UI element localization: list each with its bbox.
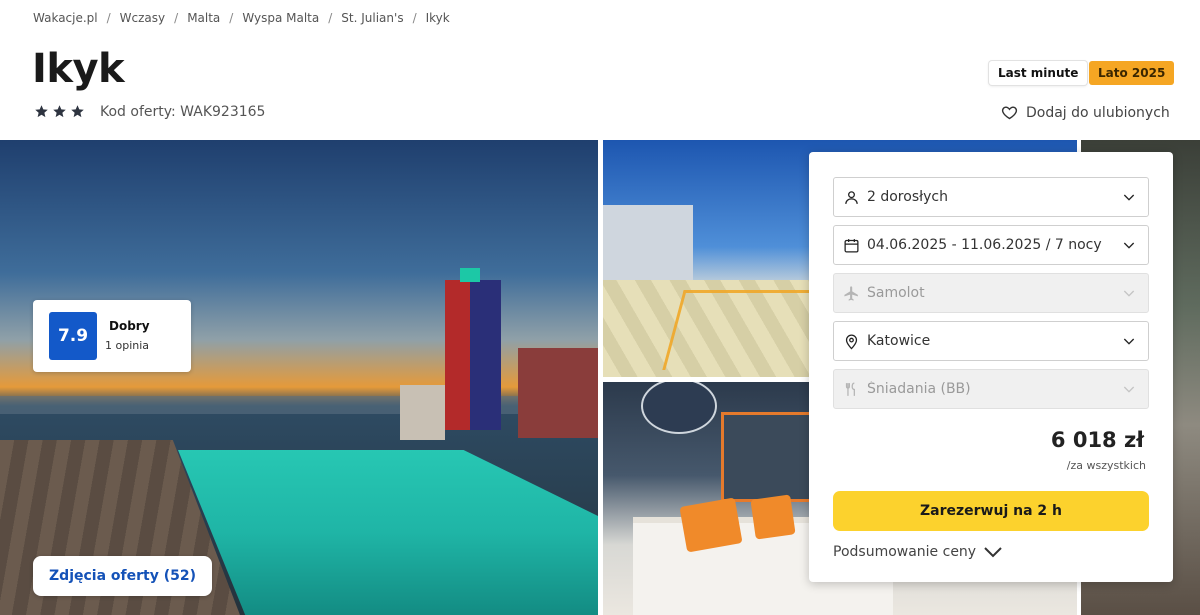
travelers-select[interactable]: 2 dorosłych (833, 177, 1149, 217)
page-title: Ikyk (32, 46, 125, 92)
offer-code: Kod oferty: WAK923165 (100, 104, 266, 120)
tower-building (445, 280, 501, 430)
transport-select: Samolot (833, 273, 1149, 313)
departure-select[interactable]: Katowice (833, 321, 1149, 361)
chevron-down-icon (1123, 338, 1135, 345)
season-badge: Lato 2025 (1089, 61, 1175, 85)
star-icon (35, 105, 48, 118)
rooftop-pool (178, 450, 598, 615)
star-icon (53, 105, 66, 118)
price-summary-toggle[interactable]: Podsumowanie ceny (833, 544, 1003, 560)
breadcrumb-link-malta[interactable]: Malta (187, 11, 220, 25)
offer-photos-button[interactable]: Zdjęcia oferty (52) (33, 556, 212, 596)
breadcrumb-link-home[interactable]: Wakacje.pl (33, 11, 98, 25)
location-pin-icon (845, 334, 858, 349)
tower-top (460, 268, 480, 282)
building (400, 385, 445, 440)
book-button[interactable]: Zarezerwuj na 2 h (833, 491, 1149, 531)
breadcrumb: Wakacje.pl / Wczasy / Malta / Wyspa Malt… (33, 11, 450, 25)
star-icon (71, 105, 84, 118)
star-rating (34, 104, 85, 119)
booking-panel: 2 dorosłych 04.06.2025 - 11.06.2025 / 7 … (809, 152, 1173, 582)
rating-score: 7.9 (49, 312, 97, 360)
breadcrumb-link-wyspa-malta[interactable]: Wyspa Malta (242, 11, 319, 25)
total-price: 6 018 zł (1050, 428, 1144, 452)
main-photo-scene (0, 140, 598, 615)
price-note: /za wszystkich (1066, 459, 1146, 472)
sea-horizon (0, 396, 598, 414)
breadcrumb-current: Ikyk (425, 11, 450, 25)
transport-value: Samolot (867, 285, 925, 301)
heart-icon (1001, 106, 1018, 120)
price-summary-label: Podsumowanie ceny (833, 544, 977, 560)
breadcrumb-separator: / (174, 11, 179, 25)
breadcrumb-link-st-julians[interactable]: St. Julian's (341, 11, 403, 25)
chevron-down-icon (984, 547, 1002, 558)
breadcrumb-separator: / (328, 11, 333, 25)
breadcrumb-separator: / (106, 11, 111, 25)
cutlery-icon (845, 381, 855, 396)
add-to-favorites-button[interactable]: Dodaj do ulubionych (1001, 104, 1170, 121)
main-hotel-photo[interactable]: 7.9 Dobry 1 opinia Zdjęcia oferty (52) (0, 140, 598, 615)
pillow (750, 494, 796, 540)
bar-wall (603, 205, 693, 285)
chevron-down-icon (1123, 194, 1135, 201)
rating-label: Dobry (109, 319, 150, 333)
plane-icon (844, 285, 858, 301)
dates-select[interactable]: 04.06.2025 - 11.06.2025 / 7 nocy (833, 225, 1149, 265)
wall-panel (721, 412, 813, 502)
travelers-value: 2 dorosłych (867, 189, 948, 205)
chevron-down-icon (1123, 290, 1135, 297)
dates-value: 04.06.2025 - 11.06.2025 / 7 nocy (867, 237, 1102, 253)
chevron-down-icon (1123, 386, 1135, 393)
breadcrumb-separator: / (412, 11, 417, 25)
departure-value: Katowice (867, 333, 931, 349)
breadcrumb-separator: / (229, 11, 234, 25)
board-select: Śniadania (BB) (833, 369, 1149, 409)
rating-card[interactable]: 7.9 Dobry 1 opinia (33, 300, 191, 372)
board-value: Śniadania (BB) (867, 381, 971, 397)
rating-count: 1 opinia (105, 339, 150, 352)
building (518, 348, 598, 438)
last-minute-badge: Last minute (989, 61, 1088, 85)
add-to-favorites-label: Dodaj do ulubionych (1026, 104, 1170, 121)
person-icon (845, 190, 858, 204)
bar-chairs (662, 290, 814, 370)
breadcrumb-link-wczasy[interactable]: Wczasy (120, 11, 165, 25)
pillow (679, 497, 743, 553)
room-sign (641, 382, 717, 434)
calendar-icon (844, 238, 859, 253)
chevron-down-icon (1123, 242, 1135, 249)
